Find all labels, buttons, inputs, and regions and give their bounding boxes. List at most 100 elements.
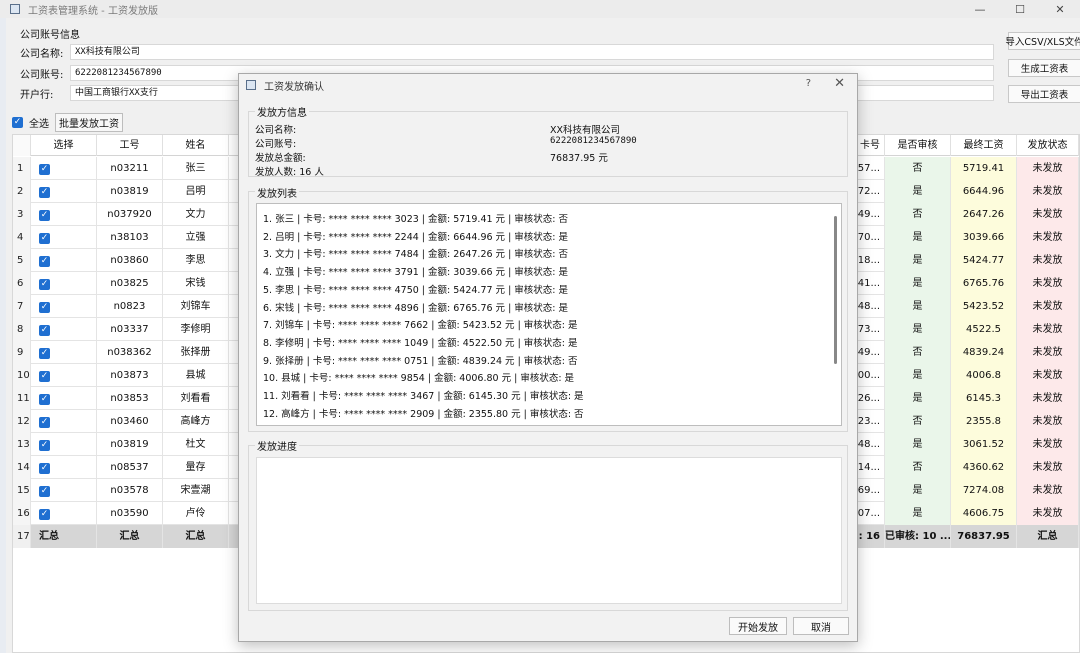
employee-id-cell[interactable]: n03337 (97, 318, 163, 341)
pay-status-cell[interactable]: 未发放 (1017, 249, 1079, 272)
employee-id-cell[interactable]: n03211 (97, 157, 163, 180)
employee-name-cell[interactable]: 杜文 (163, 433, 229, 456)
pay-status-cell[interactable]: 未发放 (1017, 226, 1079, 249)
pay-list-item[interactable]: 5. 李思 | 卡号: **** **** **** 4750 | 金额: 54… (263, 282, 568, 296)
generate-payroll-button[interactable]: 生成工资表 (1008, 59, 1080, 77)
pay-status-cell[interactable]: 未发放 (1017, 203, 1079, 226)
pay-list-item[interactable]: 7. 刘锦车 | 卡号: **** **** **** 7662 | 金额: 5… (263, 317, 578, 331)
final-salary-cell[interactable]: 2647.26 (951, 203, 1017, 226)
final-salary-cell[interactable]: 3061.52 (951, 433, 1017, 456)
row-checkbox[interactable]: ✓ (39, 164, 50, 175)
import-file-button[interactable]: 导入CSV/XLS文件 (1005, 32, 1080, 50)
final-salary-cell[interactable]: 76837.95 (951, 525, 1017, 548)
row-checkbox-cell[interactable]: ✓ (31, 387, 97, 410)
audit-status-cell[interactable]: 是 (885, 479, 951, 502)
pay-list-item[interactable]: 4. 立强 | 卡号: **** **** **** 3791 | 金额: 30… (263, 264, 568, 278)
employee-id-cell[interactable]: n03819 (97, 180, 163, 203)
row-checkbox-cell[interactable]: ✓ (31, 318, 97, 341)
audit-status-cell[interactable]: 否 (885, 410, 951, 433)
employee-name-cell[interactable]: 汇总 (163, 525, 229, 548)
final-salary-cell[interactable]: 5424.77 (951, 249, 1017, 272)
audit-status-cell[interactable]: 否 (885, 341, 951, 364)
final-salary-cell[interactable]: 6145.3 (951, 387, 1017, 410)
cancel-button[interactable]: 取消 (793, 617, 849, 635)
audit-status-cell[interactable]: 是 (885, 502, 951, 525)
employee-name-cell[interactable]: 宋壹潮 (163, 479, 229, 502)
row-checkbox[interactable]: ✓ (39, 440, 50, 451)
row-checkbox-cell[interactable]: ✓ (31, 226, 97, 249)
pay-list-item[interactable]: 3. 文力 | 卡号: **** **** **** 7484 | 金额: 26… (263, 246, 568, 260)
pay-list-item[interactable]: 11. 刘看看 | 卡号: **** **** **** 3467 | 金额: … (263, 388, 584, 402)
row-checkbox-cell[interactable]: ✓ (31, 433, 97, 456)
row-checkbox-cell[interactable]: ✓ (31, 456, 97, 479)
employee-name-cell[interactable]: 宋钱 (163, 272, 229, 295)
row-checkbox-cell[interactable]: ✓ (31, 479, 97, 502)
audit-status-cell[interactable]: 已审核: 10 ... (885, 525, 951, 548)
employee-name-cell[interactable]: 刘看看 (163, 387, 229, 410)
pay-status-cell[interactable]: 未发放 (1017, 387, 1079, 410)
audit-status-cell[interactable]: 否 (885, 203, 951, 226)
employee-id-cell[interactable]: n037920 (97, 203, 163, 226)
employee-name-cell[interactable]: 量存 (163, 456, 229, 479)
row-checkbox[interactable]: ✓ (39, 210, 50, 221)
employee-name-cell[interactable]: 李修明 (163, 318, 229, 341)
audit-status-cell[interactable]: 是 (885, 272, 951, 295)
pay-status-cell[interactable]: 未发放 (1017, 318, 1079, 341)
employee-name-cell[interactable]: 吕明 (163, 180, 229, 203)
row-checkbox[interactable]: ✓ (39, 187, 50, 198)
pay-list-scrollbar[interactable] (834, 216, 837, 364)
export-payroll-button[interactable]: 导出工资表 (1008, 85, 1080, 103)
select-all-checkbox[interactable]: ✓ (12, 116, 23, 128)
pay-status-cell[interactable]: 未发放 (1017, 180, 1079, 203)
row-checkbox-cell[interactable]: ✓ (31, 341, 97, 364)
audit-status-cell[interactable]: 否 (885, 456, 951, 479)
audit-status-cell[interactable]: 是 (885, 318, 951, 341)
header-select[interactable]: 选择 (31, 135, 97, 156)
employee-name-cell[interactable]: 张三 (163, 157, 229, 180)
employee-name-cell[interactable]: 李思 (163, 249, 229, 272)
employee-id-cell[interactable]: n03860 (97, 249, 163, 272)
audit-status-cell[interactable]: 是 (885, 226, 951, 249)
header-name[interactable]: 姓名 (163, 135, 229, 156)
pay-list-item[interactable]: 1. 张三 | 卡号: **** **** **** 3023 | 金额: 57… (263, 211, 568, 225)
row-checkbox[interactable]: ✓ (39, 486, 50, 497)
pay-list-item[interactable]: 6. 宋钱 | 卡号: **** **** **** 4896 | 金额: 67… (263, 300, 568, 314)
employee-name-cell[interactable]: 立强 (163, 226, 229, 249)
header-id[interactable]: 工号 (97, 135, 163, 156)
batch-pay-button[interactable]: 批量发放工资 (55, 112, 123, 132)
row-checkbox-cell[interactable]: ✓ (31, 180, 97, 203)
help-icon[interactable]: ? (806, 78, 811, 89)
audit-status-cell[interactable]: 是 (885, 433, 951, 456)
employee-id-cell[interactable]: n03460 (97, 410, 163, 433)
row-checkbox[interactable]: ✓ (39, 394, 50, 405)
total-select-cell[interactable]: 汇总 (31, 525, 97, 548)
row-checkbox[interactable]: ✓ (39, 417, 50, 428)
employee-id-cell[interactable]: n03819 (97, 433, 163, 456)
row-checkbox-cell[interactable]: ✓ (31, 157, 97, 180)
final-salary-cell[interactable]: 4606.75 (951, 502, 1017, 525)
row-checkbox-cell[interactable]: ✓ (31, 295, 97, 318)
audit-status-cell[interactable]: 是 (885, 249, 951, 272)
row-checkbox-cell[interactable]: ✓ (31, 410, 97, 433)
final-salary-cell[interactable]: 5719.41 (951, 157, 1017, 180)
company-name-field[interactable]: XX科技有限公司 (70, 44, 994, 60)
row-checkbox[interactable]: ✓ (39, 233, 50, 244)
pay-status-cell[interactable]: 未发放 (1017, 479, 1079, 502)
audit-status-cell[interactable]: 是 (885, 364, 951, 387)
maximize-button[interactable]: ☐ (1000, 0, 1040, 18)
row-checkbox[interactable]: ✓ (39, 509, 50, 520)
pay-status-cell[interactable]: 未发放 (1017, 364, 1079, 387)
progress-log[interactable] (256, 457, 842, 604)
row-checkbox[interactable]: ✓ (39, 463, 50, 474)
final-salary-cell[interactable]: 6765.76 (951, 272, 1017, 295)
header-audit[interactable]: 是否审核 (885, 135, 951, 156)
row-checkbox-cell[interactable]: ✓ (31, 364, 97, 387)
pay-status-cell[interactable]: 未发放 (1017, 295, 1079, 318)
pay-status-cell[interactable]: 未发放 (1017, 456, 1079, 479)
employee-name-cell[interactable]: 高峰方 (163, 410, 229, 433)
minimize-button[interactable]: — (960, 0, 1000, 18)
pay-list-item[interactable]: 10. 县城 | 卡号: **** **** **** 9854 | 金额: 4… (263, 370, 574, 384)
row-checkbox[interactable]: ✓ (39, 256, 50, 267)
employee-id-cell[interactable]: n03853 (97, 387, 163, 410)
final-salary-cell[interactable]: 6644.96 (951, 180, 1017, 203)
